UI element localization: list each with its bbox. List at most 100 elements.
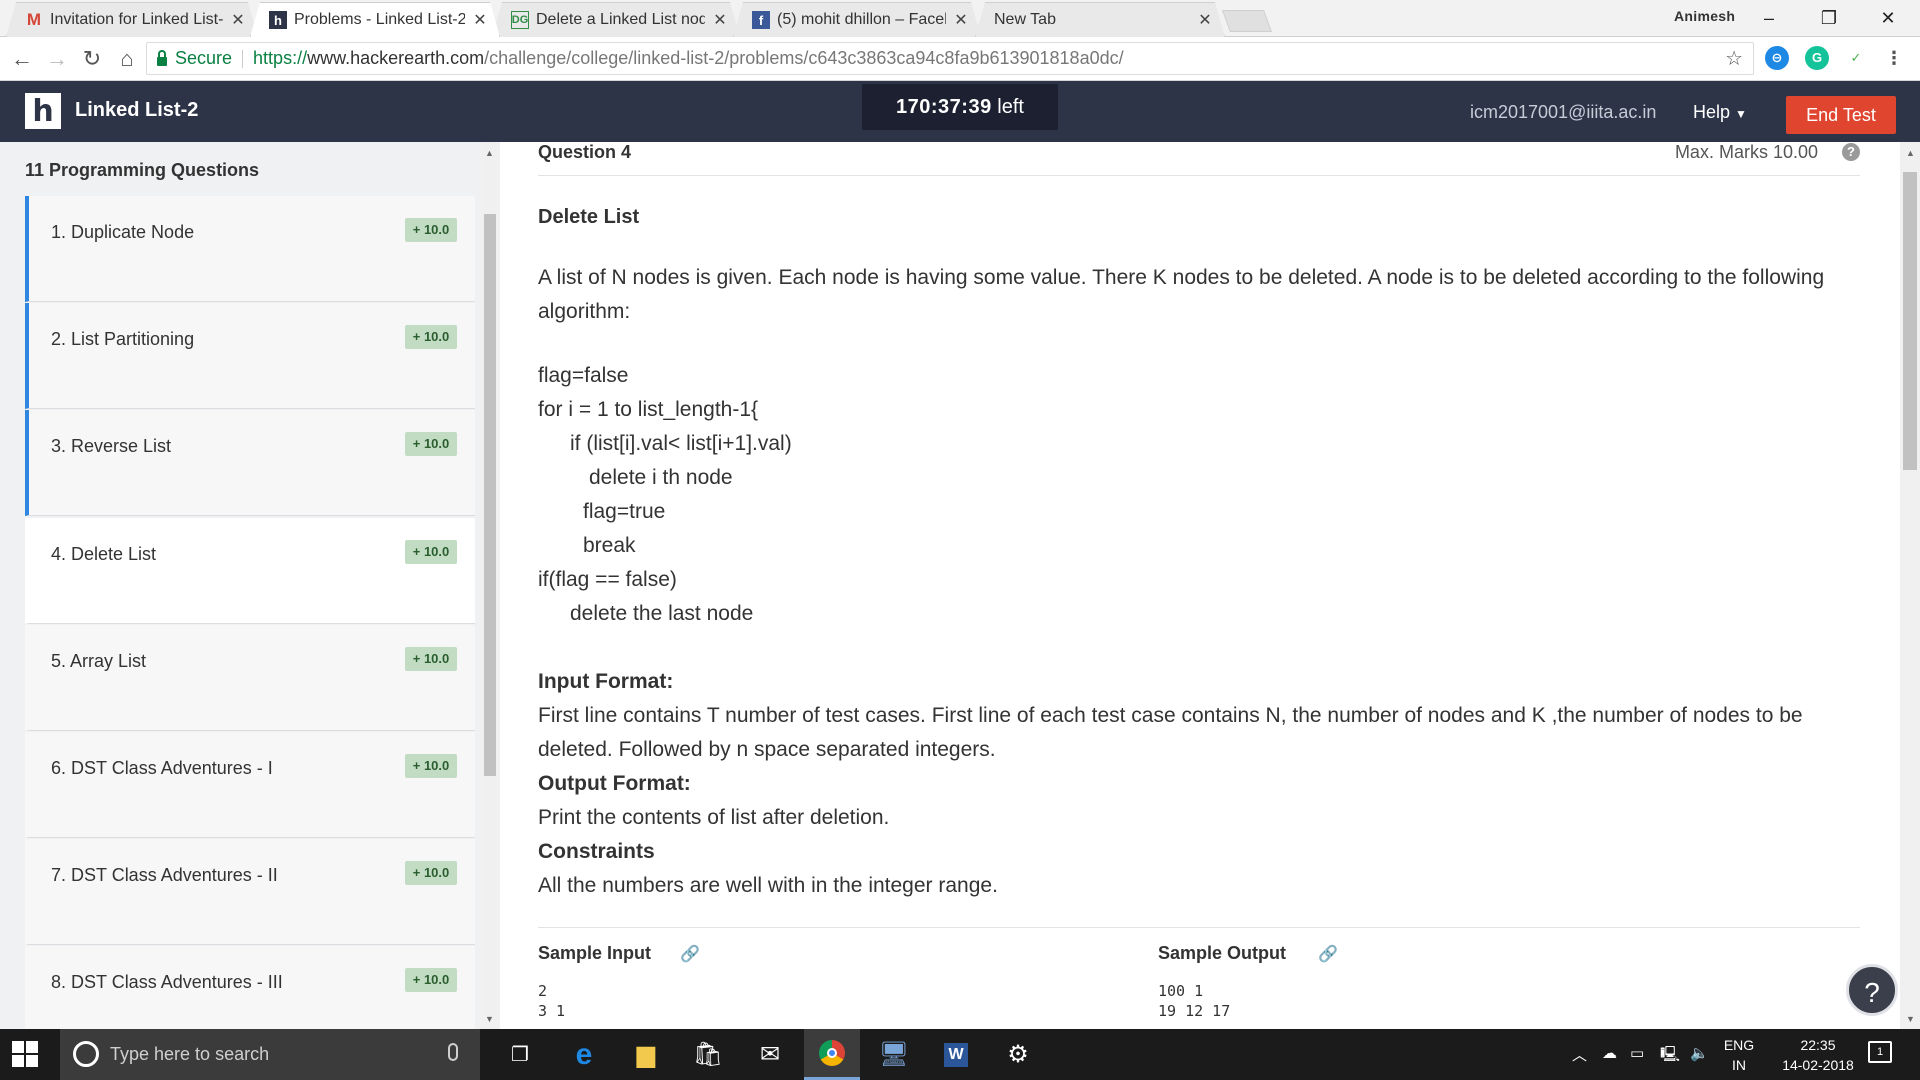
- sidebar-item-dst-class-adventures-1[interactable]: 6. DST Class Adventures - I + 10.0: [25, 732, 475, 838]
- windows-start-icon[interactable]: [12, 1041, 38, 1067]
- hackerearth-logo[interactable]: h: [25, 93, 61, 129]
- sidebar-item-dst-class-adventures-2[interactable]: 7. DST Class Adventures - II + 10.0: [25, 839, 475, 945]
- cortana-icon: [73, 1041, 99, 1067]
- back-icon[interactable]: ←: [8, 45, 36, 73]
- main-scroll-thumb[interactable]: [1903, 172, 1917, 470]
- algorithm-line: for i = 1 to list_length-1{: [538, 398, 759, 421]
- sidebar-item-dst-class-adventures-3[interactable]: 8. DST Class Adventures - III + 10.0: [25, 946, 475, 1029]
- question-number: Question 4: [538, 142, 632, 162]
- close-icon[interactable]: ✕: [471, 10, 489, 30]
- microphone-icon[interactable]: [448, 1043, 458, 1061]
- question-sidebar: 11 Programming Questions 1. Duplicate No…: [0, 142, 500, 1029]
- chrome-icon[interactable]: [804, 1029, 860, 1080]
- link-icon[interactable]: 🔗: [680, 944, 700, 964]
- marks-badge: + 10.0: [405, 861, 457, 885]
- question-label: 5. Array List: [51, 651, 147, 671]
- end-test-button[interactable]: End Test: [1786, 96, 1896, 134]
- algorithm-line: flag=false: [538, 364, 629, 387]
- question-label: 2. List Partitioning: [51, 329, 195, 349]
- tab-title: New Tab: [994, 11, 1056, 28]
- close-icon[interactable]: ✕: [711, 10, 729, 30]
- max-marks: Max. Marks 10.00: [1674, 142, 1818, 162]
- scroll-up-arrow-icon[interactable]: ▲: [485, 148, 494, 158]
- task-view-icon[interactable]: ❐: [492, 1029, 548, 1080]
- tab-gmail[interactable]: M Invitation for Linked List- ✕: [6, 2, 258, 37]
- constraints-text: All the numbers are well with in the int…: [538, 874, 998, 897]
- gmail-icon: M: [26, 10, 42, 29]
- battery-icon[interactable]: ▭: [1630, 1044, 1644, 1062]
- tab-gfg[interactable]: DG Delete a Linked List node ✕: [492, 2, 740, 37]
- user-email: icm2017001@iiita.ac.in: [1470, 102, 1657, 122]
- sidebar-item-array-list[interactable]: 5. Array List + 10.0: [25, 625, 475, 731]
- tab-title: Invitation for Linked List-: [50, 11, 223, 28]
- tray-chevron-icon[interactable]: ︿: [1572, 1044, 1587, 1065]
- marks-badge: + 10.0: [405, 218, 457, 242]
- menu-kebab-icon[interactable]: ⋮: [1882, 46, 1906, 70]
- forward-icon[interactable]: →: [43, 45, 71, 73]
- minimize-icon[interactable]: –: [1747, 4, 1791, 32]
- action-center-icon[interactable]: 1: [1868, 1041, 1892, 1063]
- algorithm-line: break: [583, 534, 636, 557]
- scroll-down-arrow-icon[interactable]: ▼: [1906, 1014, 1915, 1024]
- grammarly-icon[interactable]: G: [1805, 46, 1829, 70]
- restore-icon[interactable]: ❐: [1807, 4, 1851, 32]
- system-clock[interactable]: 22:35 14-02-2018: [1768, 1035, 1868, 1075]
- language-indicator[interactable]: ENG IN: [1722, 1035, 1756, 1075]
- url-text[interactable]: https://www.hackerearth.com/challenge/co…: [253, 48, 1124, 69]
- scroll-down-arrow-icon[interactable]: ▼: [485, 1014, 494, 1024]
- new-tab-button[interactable]: [1221, 10, 1273, 32]
- sidebar-scroll-thumb[interactable]: [484, 214, 496, 776]
- help-question-icon[interactable]: ?: [1842, 143, 1860, 161]
- store-icon[interactable]: 🛍: [680, 1029, 736, 1080]
- algorithm-line: if(flag == false): [538, 568, 677, 591]
- tab-title: Problems - Linked List-2: [294, 11, 465, 28]
- sidebar-title: 11 Programming Questions: [25, 160, 260, 180]
- tab-facebook[interactable]: f (5) mohit dhillon – Faceb ✕: [733, 2, 981, 37]
- search-placeholder: Type here to search: [110, 1044, 270, 1064]
- question-header: Question 4 Max. Marks 10.00 ?: [538, 142, 1860, 176]
- check-icon[interactable]: ✓: [1844, 46, 1868, 70]
- help-menu[interactable]: Help ▼: [1693, 102, 1747, 123]
- tab-hackerearth[interactable]: h Problems - Linked List-2 ✕: [250, 2, 500, 37]
- reload-icon[interactable]: ↻: [78, 45, 106, 73]
- clock-time: 22:35: [1800, 1037, 1836, 1053]
- extension-icon[interactable]: ⊖: [1765, 46, 1789, 70]
- address-bar[interactable]: Secure https://www.hackerearth.com/chall…: [146, 42, 1754, 75]
- close-icon[interactable]: ✕: [952, 10, 970, 30]
- problem-intro: A list of N nodes is given. Each node is…: [538, 266, 1825, 323]
- close-icon[interactable]: ✕: [1196, 10, 1214, 30]
- home-icon[interactable]: ⌂: [113, 45, 141, 73]
- close-icon[interactable]: ✕: [229, 10, 247, 30]
- browser-tab-strip: M Invitation for Linked List- ✕ h Proble…: [0, 0, 1920, 37]
- sidebar-item-reverse-list[interactable]: 3. Reverse List + 10.0: [25, 410, 475, 516]
- network-icon[interactable]: 🖳: [1660, 1044, 1680, 1069]
- sidebar-item-list-partitioning[interactable]: 2. List Partitioning + 10.0: [25, 303, 475, 409]
- onedrive-icon[interactable]: ☁: [1602, 1044, 1617, 1062]
- scroll-up-arrow-icon[interactable]: ▲: [1906, 148, 1915, 158]
- sidebar-item-delete-list[interactable]: 4. Delete List + 10.0: [25, 518, 475, 624]
- volume-icon[interactable]: 🔈: [1690, 1044, 1709, 1062]
- sidebar-item-duplicate-node[interactable]: 1. Duplicate Node + 10.0: [25, 196, 475, 302]
- tab-title: Delete a Linked List node: [536, 11, 705, 28]
- help-chat-button[interactable]: ?: [1846, 964, 1898, 1016]
- pc-icon[interactable]: 🖥: [866, 1029, 922, 1080]
- problem-title: Delete List: [538, 206, 640, 228]
- profile-name[interactable]: Animesh: [1674, 8, 1735, 24]
- taskbar-search[interactable]: Type here to search: [60, 1029, 480, 1080]
- windows-taskbar: Type here to search ❐ e ▆ 🛍 ✉ 🖥 W ⚙ ︿ ☁ …: [0, 1029, 1920, 1080]
- question-label: 8. DST Class Adventures - III: [51, 972, 283, 992]
- contest-title: Linked List-2: [75, 99, 199, 121]
- window-close-icon[interactable]: ✕: [1866, 4, 1910, 32]
- browser-toolbar: ← → ↻ ⌂ Secure https://www.hackerearth.c…: [0, 37, 1920, 81]
- word-icon[interactable]: W: [928, 1029, 984, 1080]
- mail-icon[interactable]: ✉: [742, 1029, 798, 1080]
- timer-value: 170:37:39: [896, 96, 992, 118]
- marks-badge: + 10.0: [405, 968, 457, 992]
- file-explorer-icon[interactable]: ▆: [618, 1029, 674, 1080]
- tab-new[interactable]: New Tab ✕: [975, 2, 1225, 37]
- sample-output: 100 1 19 12 17: [1158, 982, 1231, 1020]
- edge-icon[interactable]: e: [556, 1029, 612, 1080]
- link-icon[interactable]: 🔗: [1318, 944, 1338, 964]
- settings-gear-icon[interactable]: ⚙: [990, 1029, 1046, 1080]
- bookmark-star-icon[interactable]: ☆: [1725, 46, 1743, 71]
